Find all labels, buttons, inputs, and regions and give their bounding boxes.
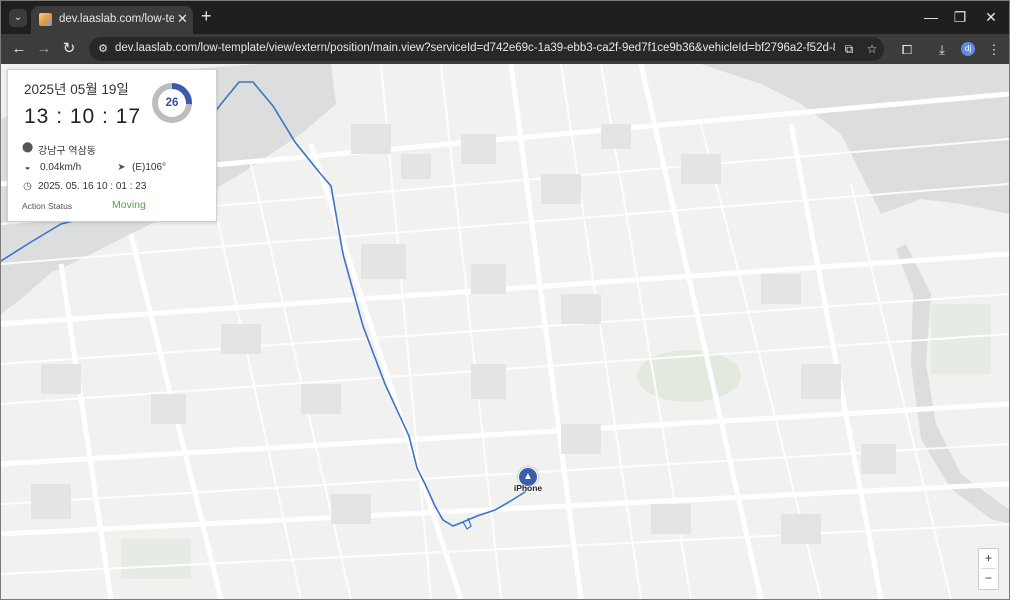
device-label[interactable]: iPhone [506,483,550,493]
info-time: 13 : 10 : 17 [24,105,142,128]
river-water-right [701,64,1009,214]
more-menu-icon[interactable]: ⋮ [985,41,1003,59]
status-label: Action Status [22,201,73,211]
last-update-text: 2025. 05. 16 10 : 01 : 23 [38,181,147,192]
speedometer-icon: ◒ [24,162,31,173]
tab-strip: ⌄ dev.laaslab.com/low-template/v ✕ + — ❐… [1,1,1009,34]
location-text: 강남구 역삼동 [38,146,96,157]
back-icon[interactable]: ← [9,39,29,59]
minimize-icon[interactable]: — [916,7,946,27]
stream-water-right [896,244,1009,524]
browser-tab[interactable]: dev.laaslab.com/low-template/v ✕ [31,6,193,34]
vehicle-info-card: 2025년 05월 19일 13 : 10 : 17 26 ⬤ 강남구 역삼동 … [7,69,217,222]
clock-icon: ◷ [23,181,32,192]
speed-text: 0.04km/h [40,162,82,173]
extensions-icon[interactable]: ⧠ [898,41,916,59]
favicon-icon [39,13,52,26]
zoom-out-button[interactable]: − [979,569,998,588]
translate-icon[interactable]: ⧉ [841,41,857,57]
forward-icon[interactable]: → [34,39,54,59]
browser-toolbar: ← → ↻ ⚙ dev.laaslab.com/low-template/vie… [1,34,1009,64]
address-bar[interactable]: ⚙ dev.laaslab.com/low-template/view/exte… [89,37,884,61]
reload-icon[interactable]: ↻ [59,39,79,59]
bookmark-star-icon[interactable]: ☆ [864,41,880,57]
tab-title: dev.laaslab.com/low-template/v [59,13,174,25]
navigation-arrow-icon: ➤ [117,162,126,173]
close-tab-icon[interactable]: ✕ [177,11,188,27]
new-tab-button[interactable]: + [201,6,212,27]
restore-icon[interactable]: ❐ [945,7,975,27]
heading-text: (E)106° [132,162,167,173]
browser-window: ⌄ dev.laaslab.com/low-template/v ✕ + — ❐… [0,0,1010,600]
count-value: 26 [165,97,179,109]
map-pin-icon: ⬤ [22,142,34,153]
site-info-icon[interactable]: ⚙ [95,41,111,57]
tab-search-chevron-icon[interactable]: ⌄ [9,9,27,27]
park-area-2 [121,539,191,579]
info-date: 2025년 05월 19일 [24,82,129,97]
profile-avatar[interactable]: dj [961,42,975,56]
url-text[interactable]: dev.laaslab.com/low-template/view/extern… [115,42,835,54]
zoom-control: + − [978,548,999,590]
zoom-in-button[interactable]: + [979,549,998,568]
status-value: Moving [112,199,146,211]
download-icon[interactable]: ⤓ [933,41,951,59]
close-window-icon[interactable]: ✕ [976,7,1006,27]
